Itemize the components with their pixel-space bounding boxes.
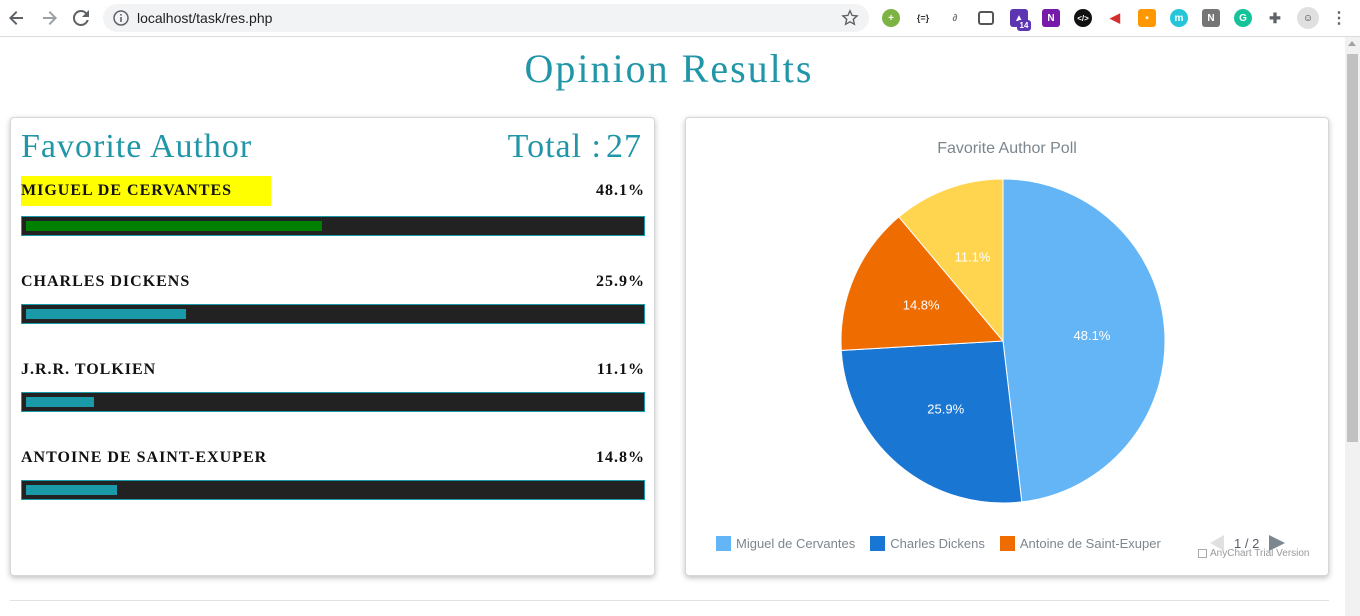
legend-swatch <box>999 536 1015 551</box>
progress-bar <box>21 304 645 324</box>
poll-item-name: J.R.R. TOLKIEN <box>21 361 157 378</box>
extension-m-icon[interactable]: m <box>1170 9 1188 27</box>
back-button[interactable] <box>5 6 29 30</box>
extension-notion-icon[interactable]: N <box>1202 9 1220 27</box>
progress-bar <box>21 392 645 412</box>
poll-item-percent: 25.9% <box>596 273 645 290</box>
browser-toolbar: localhost/task/res.php + {=} ∂ ▲ 14 N </… <box>0 0 1360 37</box>
extension-grammarly-icon[interactable]: G <box>1234 9 1252 27</box>
pie-chart[interactable]: 48.1% 25.9% 14.8% 11.1% <box>836 178 1166 508</box>
menu-kebab-icon[interactable]: ⋮ <box>1330 9 1348 27</box>
watermark-text: AnyChart Trial Version <box>1210 548 1310 559</box>
extension-pocket-icon[interactable] <box>978 11 994 25</box>
notification-badge: 14 <box>1017 20 1031 31</box>
legend-label: Charles Dickens <box>890 536 985 551</box>
total-label: Total : <box>507 128 602 165</box>
extensions-puzzle-icon[interactable]: ✚ <box>1266 9 1284 27</box>
legend-item[interactable]: Charles Dickens <box>870 536 985 551</box>
extension-megaphone-icon[interactable]: ◀ <box>1106 9 1124 27</box>
arrow-left-icon <box>9 11 23 25</box>
progress-bar <box>21 216 645 236</box>
forward-button[interactable] <box>37 6 61 30</box>
extension-plus-icon[interactable]: + <box>882 9 900 27</box>
chart-watermark: AnyChart Trial Version <box>1198 548 1310 559</box>
legend-swatch <box>870 536 886 551</box>
poll-title: Favorite Author <box>21 128 253 165</box>
pie-slice-label: 48.1% <box>1074 328 1111 343</box>
poll-item-percent: 11.1% <box>596 361 645 378</box>
total-value: 27 <box>606 128 642 165</box>
address-bar[interactable]: localhost/task/res.php <box>103 4 869 32</box>
pie-slice[interactable] <box>840 340 1023 504</box>
arrow-right-icon <box>43 11 57 25</box>
chart-title: Favorite Author Poll <box>937 140 1077 157</box>
page-content: Opinion Results Favorite Author Total :2… <box>0 37 1345 616</box>
page-title: Opinion Results <box>524 46 814 91</box>
pie-slice-label: 25.9% <box>927 401 964 416</box>
progress-bar <box>21 480 645 500</box>
progress-fill <box>26 397 95 407</box>
reload-button[interactable] <box>69 6 93 30</box>
legend-label: Miguel de Cervantes <box>736 536 856 551</box>
reload-icon <box>72 9 89 26</box>
bookmark-star-icon[interactable] <box>841 9 859 27</box>
poll-item-name: CHARLES DICKENS <box>21 273 191 290</box>
progress-fill <box>26 309 186 319</box>
pie-slice-label: 14.8% <box>903 298 940 313</box>
poll-item-percent: 48.1% <box>596 182 645 199</box>
legend-item[interactable]: Miguel de Cervantes <box>716 536 855 551</box>
divider <box>10 600 1329 601</box>
chart-legend: Miguel de Cervantes Charles Dickens Antoin… <box>716 536 1176 551</box>
extension-link-icon[interactable]: ∂ <box>946 9 964 27</box>
info-icon[interactable] <box>113 10 129 26</box>
total-votes: Total :27 <box>508 128 642 166</box>
legend-item[interactable]: Antoine de Saint-Exuper <box>999 536 1161 551</box>
pie-slice-label: 11.1% <box>955 249 991 264</box>
poll-results-card: Favorite Author Total :27 MIGUEL DE CERV… <box>10 117 655 576</box>
extension-code-icon[interactable]: </> <box>1074 9 1092 27</box>
scrollbar-thumb[interactable] <box>1347 54 1358 442</box>
anychart-logo-icon <box>1198 549 1207 558</box>
scrollbar[interactable] <box>1345 37 1360 616</box>
extension-image-icon[interactable]: ▪ <box>1138 9 1156 27</box>
poll-item-name: MIGUEL DE CERVANTES <box>21 176 271 206</box>
legend-label: Antoine de Saint-Exuper <box>1019 536 1161 551</box>
poll-item-name: ANTOINE DE SAINT-EXUPER <box>21 449 268 466</box>
progress-fill <box>26 485 118 495</box>
profile-avatar[interactable]: ☺ <box>1297 7 1319 29</box>
progress-fill <box>26 221 323 231</box>
extension-json-icon[interactable]: {=} <box>914 9 932 27</box>
poll-item-percent: 14.8% <box>596 449 645 466</box>
extension-onenote-icon[interactable]: N <box>1042 9 1060 27</box>
legend-swatch <box>716 536 731 551</box>
scroll-up-icon[interactable] <box>1348 41 1356 46</box>
pie-chart-card: Favorite Author Poll 48.1% 25.9% 14.8% 11.1… <box>685 117 1329 576</box>
url-text: localhost/task/res.php <box>137 10 273 26</box>
